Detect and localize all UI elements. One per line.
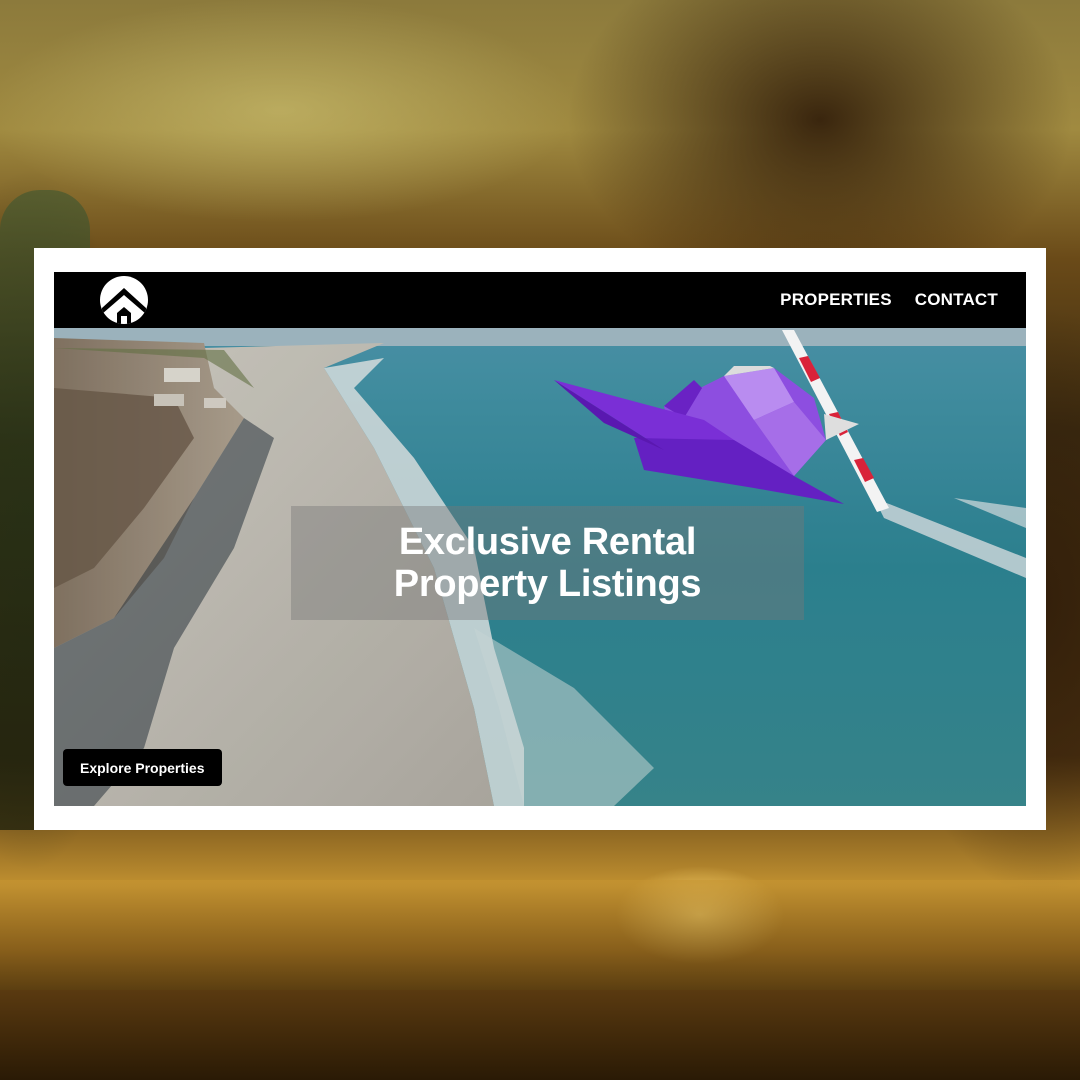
screenshot-frame: PROPERTIES CONTACT Exclusive Rental Prop… [34, 248, 1046, 830]
nav-links: PROPERTIES CONTACT [780, 272, 998, 328]
nav-contact-link[interactable]: CONTACT [915, 290, 998, 310]
background-shore [0, 990, 1080, 1080]
navbar: PROPERTIES CONTACT [54, 272, 1026, 328]
hero-headline-box: Exclusive Rental Property Listings [291, 506, 804, 620]
website-preview: PROPERTIES CONTACT Exclusive Rental Prop… [54, 272, 1026, 806]
hero-headline-line2: Property Listings [393, 563, 702, 605]
nav-properties-link[interactable]: PROPERTIES [780, 290, 892, 310]
airplane-icon [554, 330, 889, 512]
explore-properties-button[interactable]: Explore Properties [63, 749, 222, 786]
hero-headline: Exclusive Rental Property Listings [393, 521, 702, 605]
hero-headline-line1: Exclusive Rental [398, 521, 697, 563]
hero-section: Exclusive Rental Property Listings Explo… [54, 328, 1026, 806]
house-logo-icon[interactable] [100, 276, 148, 324]
